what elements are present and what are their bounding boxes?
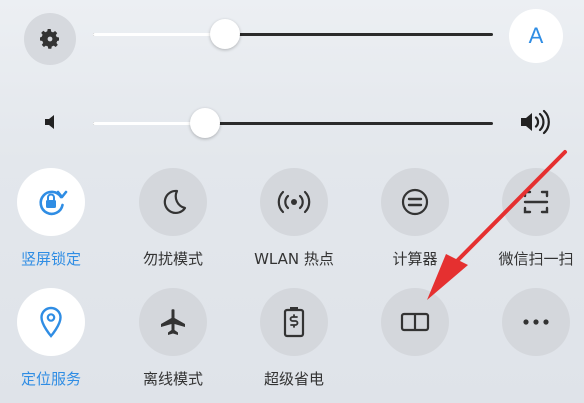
tile-do-not-disturb-button[interactable] (139, 168, 207, 236)
tile-label: 离线模式 (142, 370, 203, 388)
tile-label (360, 369, 470, 389)
book-icon (400, 312, 430, 332)
tile-label: 竖屏锁定 (20, 250, 81, 268)
tile-location-service-button[interactable] (17, 288, 85, 356)
tile-super-power-saving[interactable]: 超级省电 (239, 288, 349, 389)
tile-airplane-mode[interactable]: 离线模式 (118, 288, 228, 389)
tile-portrait-lock-button[interactable] (17, 168, 85, 236)
tile-label: WLAN 热点 (254, 250, 334, 268)
brightness-slider-thumb[interactable] (210, 19, 240, 49)
volume-row (0, 92, 584, 152)
brightness-slider-fill (93, 33, 225, 36)
volume-slider-fill (93, 122, 205, 125)
tile-calculator[interactable]: 计算器 (360, 168, 470, 269)
calculator-icon (401, 188, 429, 216)
tile-calculator-button[interactable] (381, 168, 449, 236)
more-icon (523, 319, 549, 325)
volume-high-icon (521, 109, 550, 135)
tile-reader-mode-button[interactable] (381, 288, 449, 356)
moon-icon (163, 189, 187, 215)
tile-label: 定位服务 (20, 370, 81, 388)
auto-brightness-label: A (528, 23, 544, 48)
volume-low-icon (45, 115, 54, 129)
rotation-lock-icon (39, 190, 68, 216)
location-icon (40, 306, 62, 338)
tile-more-button[interactable] (502, 288, 570, 356)
auto-brightness-button[interactable]: A (509, 9, 563, 63)
tile-label: 超级省电 (263, 370, 324, 388)
tile-portrait-lock[interactable]: 竖屏锁定 (0, 168, 106, 269)
volume-slider[interactable] (93, 108, 493, 138)
tile-super-power-saving-button[interactable] (260, 288, 328, 356)
tile-wechat-scan-button[interactable] (502, 168, 570, 236)
brightness-row: A (0, 3, 584, 65)
tile-wechat-scan[interactable]: 微信扫一扫 (481, 168, 584, 269)
tile-do-not-disturb[interactable]: 勿扰模式 (118, 168, 228, 269)
gear-icon (40, 29, 59, 49)
tile-wlan-hotspot-button[interactable] (260, 168, 328, 236)
tile-wlan-hotspot[interactable]: WLAN 热点 (239, 168, 349, 269)
tile-label (481, 369, 584, 389)
brightness-slider[interactable] (93, 19, 493, 49)
tile-label: 微信扫一扫 (498, 250, 574, 268)
power-saving-icon (283, 307, 305, 338)
tile-reader-mode[interactable] (360, 288, 470, 389)
scan-icon (523, 190, 549, 214)
brightness-settings-button[interactable] (24, 13, 76, 65)
tile-label: 计算器 (392, 250, 438, 268)
tile-label: 勿扰模式 (142, 250, 203, 268)
tile-airplane-mode-button[interactable] (139, 288, 207, 356)
hotspot-icon (277, 190, 311, 214)
tile-location-service[interactable]: 定位服务 (0, 288, 106, 389)
volume-slider-thumb[interactable] (190, 108, 220, 138)
airplane-icon (161, 309, 185, 335)
tile-more[interactable] (481, 288, 584, 389)
